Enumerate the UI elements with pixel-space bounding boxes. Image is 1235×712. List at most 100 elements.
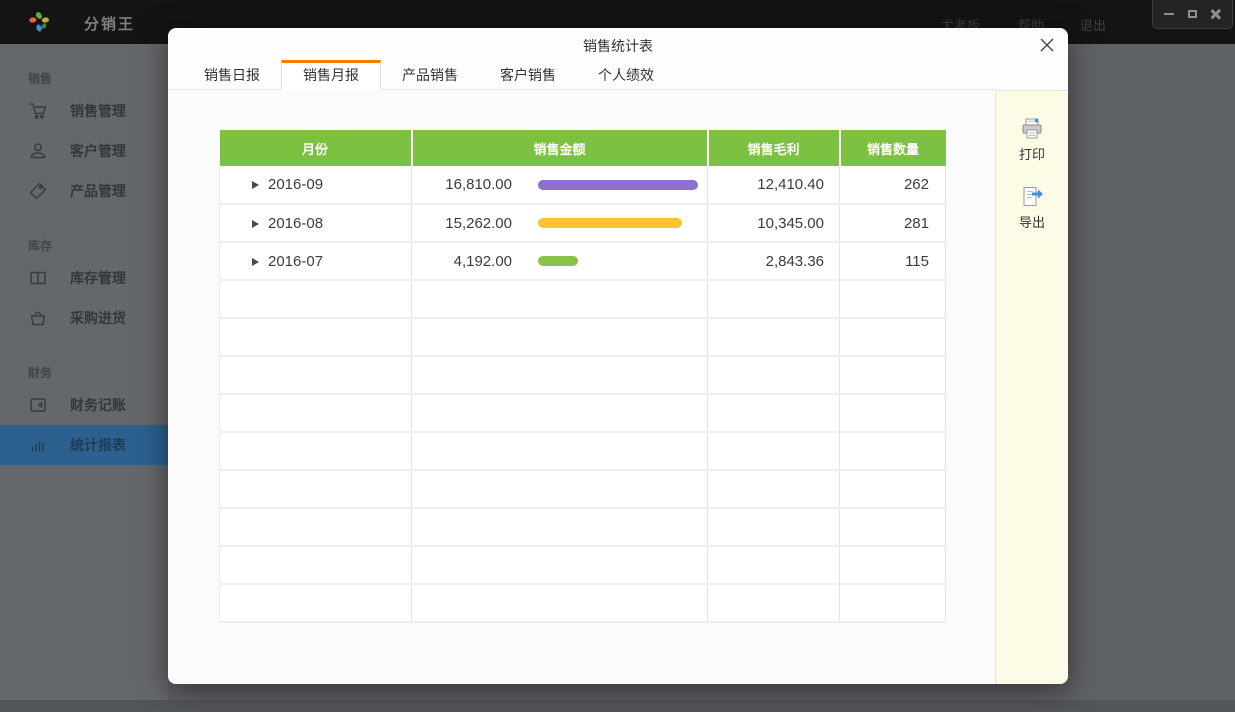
expand-arrow-icon[interactable]: [252, 258, 259, 266]
ledger-icon: [28, 395, 48, 415]
empty-table-row: [220, 470, 946, 508]
sidebar-item-bookkeeping[interactable]: 财务记账: [0, 385, 168, 425]
sidebar-item-statistics-reports[interactable]: 统计报表: [0, 425, 168, 465]
cart-icon: [28, 101, 48, 121]
empty-cell: [220, 356, 412, 394]
dialog-header: 销售统计表: [168, 28, 1068, 60]
empty-cell: [412, 318, 708, 356]
expand-arrow-icon[interactable]: [252, 220, 259, 228]
sidebar-item-label: 产品管理: [70, 181, 126, 201]
sidebar-section-sales: 销售: [28, 70, 168, 87]
column-header-gross-profit: 销售毛利: [708, 130, 840, 166]
topmenu-exit[interactable]: 退出: [1080, 15, 1106, 34]
sidebar-item-label: 库存管理: [70, 268, 126, 288]
sidebar-item-label: 销售管理: [70, 101, 126, 121]
dialog-body: 月份 销售金额 销售毛利 销售数量 2016-09 16,810.00 12,4…: [168, 90, 1068, 684]
sidebar-section-finance: 财务: [28, 364, 168, 381]
sidebar-item-customer-management[interactable]: 客户管理: [0, 131, 168, 171]
column-header-sales-amount: 销售金额: [412, 130, 708, 166]
empty-cell: [840, 546, 946, 584]
empty-cell: [840, 280, 946, 318]
empty-table-row: [220, 508, 946, 546]
window-controls: [1152, 0, 1233, 29]
empty-cell: [840, 584, 946, 622]
table-row[interactable]: 2016-08 15,262.00 10,345.00 281: [220, 204, 946, 242]
tab-monthly-sales[interactable]: 销售月报: [281, 60, 381, 90]
tab-product-sales[interactable]: 产品销售: [381, 60, 479, 89]
tab-personal-performance[interactable]: 个人绩效: [577, 60, 675, 89]
empty-cell: [220, 470, 412, 508]
export-button[interactable]: 导出: [1019, 185, 1045, 231]
empty-cell: [708, 356, 840, 394]
empty-cell: [708, 394, 840, 432]
tab-customer-sales[interactable]: 客户销售: [479, 60, 577, 89]
month-value: 2016-09: [268, 176, 323, 193]
empty-cell: [708, 318, 840, 356]
empty-cell: [412, 432, 708, 470]
empty-table-row: [220, 546, 946, 584]
empty-table-row: [220, 280, 946, 318]
empty-cell: [220, 584, 412, 622]
empty-cell: [708, 280, 840, 318]
table-row[interactable]: 2016-09 16,810.00 12,410.40 262: [220, 166, 946, 204]
empty-cell: [220, 508, 412, 546]
print-button[interactable]: 打印: [1019, 117, 1045, 163]
amount-value: 4,192.00: [412, 253, 512, 270]
export-icon: [1019, 185, 1045, 209]
empty-cell: [220, 280, 412, 318]
empty-cell: [220, 432, 412, 470]
month-value: 2016-08: [268, 215, 323, 232]
month-value: 2016-07: [268, 253, 323, 270]
sidebar: 销售 销售管理 客户管理 产品管理 库存: [0, 44, 168, 700]
expand-arrow-icon[interactable]: [252, 181, 259, 189]
printer-icon: [1019, 117, 1045, 141]
user-icon: [28, 141, 48, 161]
sidebar-item-purchasing[interactable]: 采购进货: [0, 298, 168, 338]
tab-daily-sales[interactable]: 销售日报: [183, 60, 281, 89]
profit-value: 12,410.40: [708, 166, 840, 204]
app-logo-pinwheel-icon: [27, 10, 51, 34]
quantity-value: 115: [840, 242, 946, 280]
sidebar-item-product-management[interactable]: 产品管理: [0, 171, 168, 211]
empty-table-row: [220, 356, 946, 394]
sales-amount-bar: [538, 180, 698, 190]
minimize-icon[interactable]: [1162, 7, 1176, 21]
amount-value: 15,262.00: [412, 215, 512, 232]
empty-cell: [840, 470, 946, 508]
quantity-value: 281: [840, 204, 946, 242]
sidebar-item-inventory-management[interactable]: 库存管理: [0, 258, 168, 298]
empty-cell: [220, 318, 412, 356]
empty-cell: [840, 432, 946, 470]
empty-cell: [708, 470, 840, 508]
window-close-icon[interactable]: [1209, 7, 1223, 21]
empty-cell: [412, 356, 708, 394]
empty-cell: [840, 394, 946, 432]
empty-table-row: [220, 584, 946, 622]
profit-value: 2,843.36: [708, 242, 840, 280]
print-label: 打印: [1019, 144, 1045, 163]
maximize-icon[interactable]: [1186, 7, 1200, 21]
monthly-sales-table: 月份 销售金额 销售毛利 销售数量 2016-09 16,810.00 12,4…: [219, 130, 946, 623]
dialog-action-panel: 打印 导出: [995, 90, 1068, 684]
dialog-close-icon[interactable]: [1038, 36, 1056, 54]
sidebar-item-sales-management[interactable]: 销售管理: [0, 91, 168, 131]
empty-cell: [412, 394, 708, 432]
empty-cell: [412, 508, 708, 546]
sales-amount-bar: [538, 256, 578, 266]
table-row[interactable]: 2016-07 4,192.00 2,843.36 115: [220, 242, 946, 280]
export-label: 导出: [1019, 212, 1045, 231]
report-content: 月份 销售金额 销售毛利 销售数量 2016-09 16,810.00 12,4…: [168, 90, 995, 684]
table-header-row: 月份 销售金额 销售毛利 销售数量: [220, 130, 946, 166]
empty-cell: [840, 508, 946, 546]
tag-icon: [28, 181, 48, 201]
sidebar-section-inventory: 库存: [28, 237, 168, 254]
empty-cell: [840, 318, 946, 356]
empty-cell: [412, 470, 708, 508]
column-header-month: 月份: [220, 130, 412, 166]
report-tabbar: 销售日报 销售月报 产品销售 客户销售 个人绩效: [168, 60, 995, 90]
sales-statistics-dialog: 销售统计表 销售日报 销售月报 产品销售 客户销售 个人绩效 月份 销售金额 销…: [168, 28, 1068, 684]
empty-cell: [220, 394, 412, 432]
basket-icon: [28, 308, 48, 328]
sidebar-item-label: 财务记账: [70, 395, 126, 415]
bar-chart-icon: [28, 435, 48, 455]
